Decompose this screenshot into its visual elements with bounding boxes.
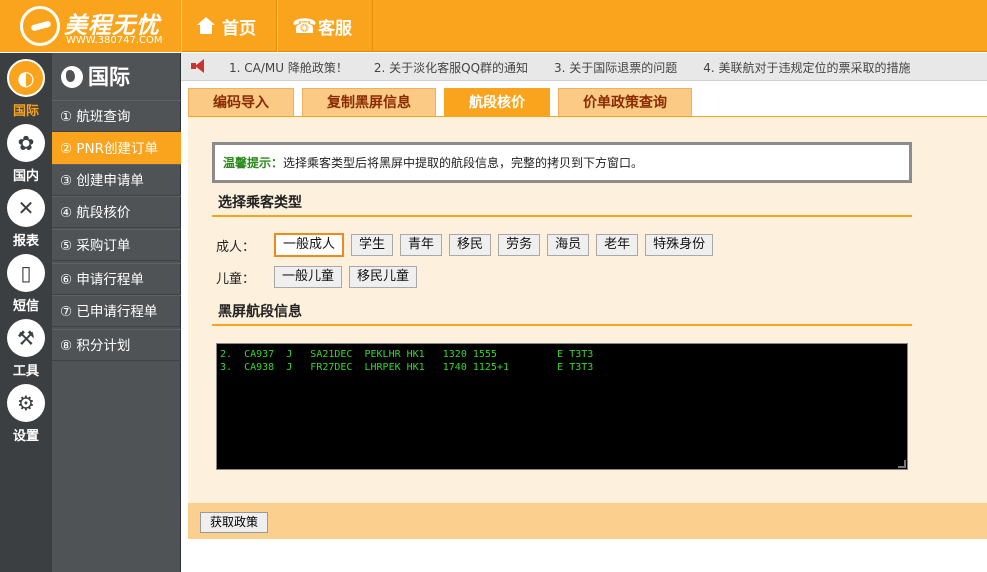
passenger-option-general-child[interactable]: 一般儿童 <box>274 266 343 288</box>
gear-icon: ⚙ <box>7 384 45 422</box>
nav-service-label: 客服 <box>318 18 352 39</box>
hint-prefix: 温馨提示： <box>223 156 284 170</box>
notice-item[interactable]: 3. 关于国际退票的问题 <box>554 59 677 76</box>
tab-copy-terminal[interactable]: 复制黑屏信息 <box>302 88 436 117</box>
megaphone-icon <box>191 59 207 73</box>
tools-icon: ⚒ <box>7 319 45 357</box>
notice-item[interactable]: 2. 关于淡化客服QQ群的通知 <box>374 59 528 76</box>
child-row: 儿童： 一般儿童 移民儿童 <box>216 265 424 289</box>
sidebar-item-flight-search[interactable]: ① 航班查询 <box>52 100 181 132</box>
top-nav: 首页 客服 <box>181 0 373 52</box>
sidebar-item-create-application[interactable]: ③ 创建申请单 <box>52 164 181 196</box>
notice-list: 1. CA/MU 降舱政策！ 2. 关于淡化客服QQ群的通知 3. 关于国际退票… <box>229 53 937 81</box>
footer-bar <box>188 503 987 539</box>
terminal-line: 3. CA938 J FR27DEC LHRPEK HK1 1740 1125+… <box>220 362 594 373</box>
rail-label: 工具 <box>12 364 39 379</box>
resize-grip-icon[interactable] <box>898 460 906 468</box>
passenger-option-general-adult[interactable]: 一般成人 <box>274 233 345 257</box>
rail-item-report[interactable]: ✕ 报表 <box>0 183 52 249</box>
sidebar-item-apply-itinerary[interactable]: ⑥ 申请行程单 <box>52 263 181 295</box>
sidebar-item-applied-itinerary[interactable]: ⑦ 已申请行程单 <box>52 295 181 327</box>
rail-item-sms[interactable]: ▯ 短信 <box>0 248 52 314</box>
sidebar-item-points-plan[interactable]: ⑧ 积分计划 <box>52 329 181 361</box>
passenger-option-special[interactable]: 特殊身份 <box>645 234 714 256</box>
mobile-icon: ▯ <box>7 254 45 292</box>
passenger-option-immigrant[interactable]: 移民 <box>449 234 492 256</box>
nav-service[interactable]: 客服 <box>277 0 373 52</box>
china-map-icon: ✿ <box>7 124 45 162</box>
rail-label: 短信 <box>12 299 39 314</box>
nav-home-label: 首页 <box>222 18 256 39</box>
passenger-type-heading: 选择乘客类型 <box>212 192 912 217</box>
tab-price-policy-query[interactable]: 价单政策查询 <box>558 88 692 117</box>
adult-label: 成人： <box>216 239 256 255</box>
passenger-option-youth[interactable]: 青年 <box>400 234 443 256</box>
globe-icon <box>61 66 83 88</box>
brand-logo[interactable]: 美程无忧 WWW.380747.COM <box>0 0 181 52</box>
globe-icon: ◐ <box>7 59 45 97</box>
sidebar-item-segment-pricing[interactable]: ④ 航段核价 <box>52 196 181 228</box>
sidebar-item-purchase-order[interactable]: ⑤ 采购订单 <box>52 229 181 261</box>
passenger-option-student[interactable]: 学生 <box>351 234 394 256</box>
passenger-option-immigrant-child[interactable]: 移民儿童 <box>349 266 418 288</box>
tab-bar: 编码导入 复制黑屏信息 航段核价 价单政策查询 <box>188 88 700 117</box>
report-icon: ✕ <box>7 189 45 227</box>
passenger-option-senior[interactable]: 老年 <box>596 234 639 256</box>
icon-rail: ◐ 国际 ✿ 国内 ✕ 报表 ▯ 短信 ⚒ 工具 ⚙ 设置 <box>0 53 52 572</box>
rail-item-international[interactable]: ◐ 国际 <box>0 53 52 119</box>
terminal-heading: 黑屏航段信息 <box>212 301 912 326</box>
rail-label: 国际 <box>12 104 39 119</box>
brand-url: WWW.380747.COM <box>66 35 163 46</box>
rail-label: 设置 <box>12 429 39 444</box>
rail-item-tools[interactable]: ⚒ 工具 <box>0 313 52 379</box>
terminal-line: 2. CA937 J SA21DEC PEKLHR HK1 1320 1555 … <box>220 349 594 360</box>
sidebar-title-text: 国际 <box>88 65 130 89</box>
child-label: 儿童： <box>216 271 256 287</box>
notice-item[interactable]: 4. 美联航对于违规定位的票采取的措施 <box>703 59 910 76</box>
nav-home[interactable]: 首页 <box>181 0 277 52</box>
sidebar-title: 国际 <box>52 53 181 101</box>
home-icon <box>196 17 216 35</box>
notice-bar: 1. CA/MU 降舱政策！ 2. 关于淡化客服QQ群的通知 3. 关于国际退票… <box>181 53 987 81</box>
terminal-textarea[interactable]: 2. CA937 J SA21DEC PEKLHR HK1 1320 1555 … <box>216 343 908 470</box>
passenger-option-seaman[interactable]: 海员 <box>547 234 590 256</box>
sidebar-item-pnr-create-order[interactable]: ② PNR创建订单 <box>52 132 181 164</box>
rail-item-domestic[interactable]: ✿ 国内 <box>0 118 52 184</box>
tab-segment-pricing[interactable]: 航段核价 <box>444 88 550 117</box>
rail-label: 国内 <box>12 169 39 184</box>
adult-row: 成人： 一般成人 学生 青年 移民 劳务 海员 老年 特殊身份 <box>216 233 720 257</box>
hint-box: 温馨提示：选择乘客类型后将黑屏中提取的航段信息，完整的拷贝到下方窗口。 <box>212 142 912 183</box>
tab-code-import[interactable]: 编码导入 <box>188 88 294 117</box>
logo-icon <box>20 6 60 46</box>
phone-icon <box>292 14 317 38</box>
passenger-option-labor[interactable]: 劳务 <box>498 234 541 256</box>
hint-text: 选择乘客类型后将黑屏中提取的航段信息，完整的拷贝到下方窗口。 <box>283 156 644 170</box>
top-bar: 美程无忧 WWW.380747.COM 首页 客服 <box>0 0 987 52</box>
sidebar: 国际 ① 航班查询 ② PNR创建订单 ③ 创建申请单 ④ 航段核价 ⑤ 采购订… <box>52 53 181 572</box>
rail-label: 报表 <box>12 234 39 249</box>
get-policy-button[interactable]: 获取政策 <box>200 512 269 533</box>
rail-item-settings[interactable]: ⚙ 设置 <box>0 378 52 444</box>
notice-item[interactable]: 1. CA/MU 降舱政策！ <box>229 59 348 76</box>
